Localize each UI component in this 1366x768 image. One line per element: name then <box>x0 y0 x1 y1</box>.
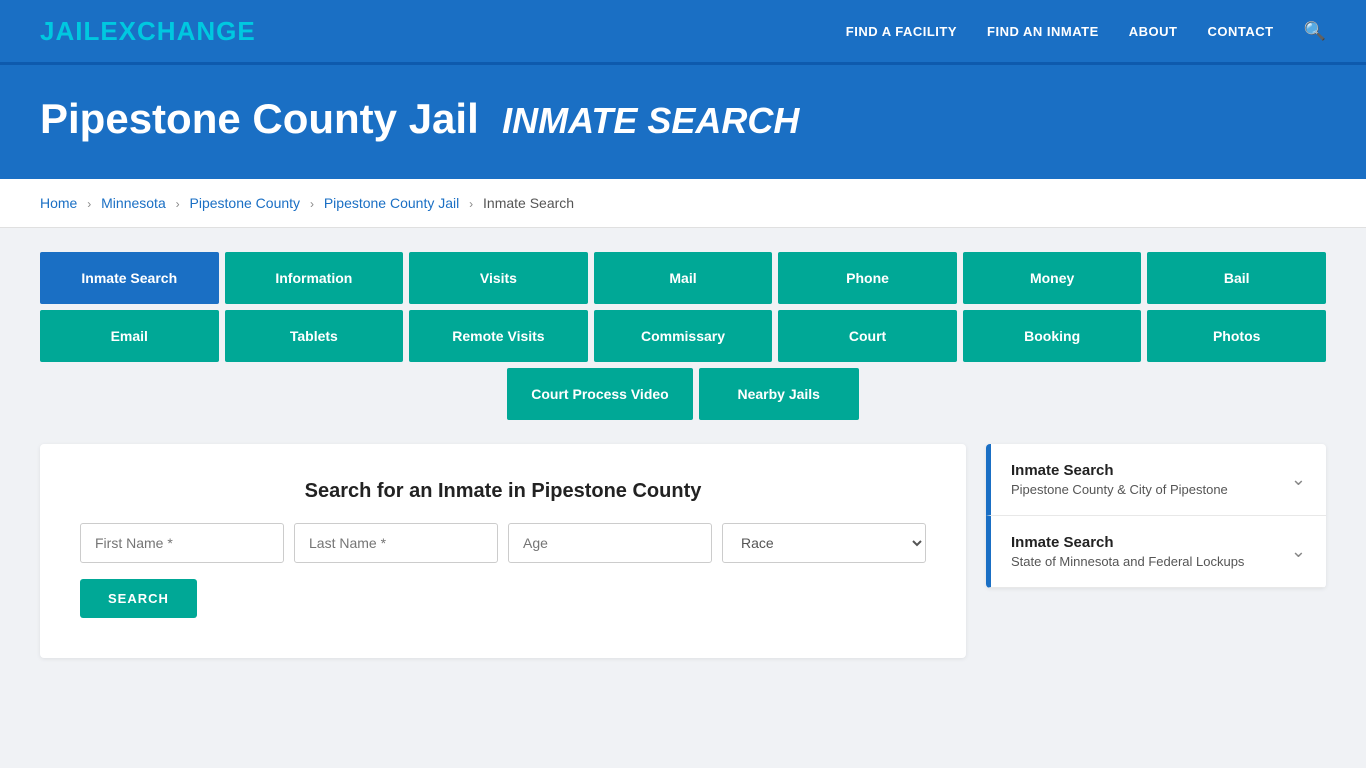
site-header: JAILEXCHANGE FIND A FACILITY FIND AN INM… <box>0 0 1366 65</box>
chevron-down-icon: ⌄ <box>1291 469 1306 490</box>
breadcrumb-sep-4: › <box>469 197 473 211</box>
breadcrumb: Home › Minnesota › Pipestone County › Pi… <box>0 179 1366 228</box>
tab-email[interactable]: Email <box>40 310 219 362</box>
sidebar-item-local-text: Inmate Search Pipestone County & City of… <box>1011 462 1228 497</box>
breadcrumb-jail[interactable]: Pipestone County Jail <box>324 195 459 211</box>
search-form-container: Search for an Inmate in Pipestone County… <box>40 444 966 658</box>
tab-inmate-search[interactable]: Inmate Search <box>40 252 219 304</box>
page-title: Pipestone County Jail INMATE SEARCH <box>40 95 1326 143</box>
tab-court[interactable]: Court <box>778 310 957 362</box>
sidebar-item-state-title: Inmate Search <box>1011 534 1244 551</box>
tab-phone[interactable]: Phone <box>778 252 957 304</box>
race-select[interactable]: Race White Black Hispanic Asian Other <box>722 523 926 563</box>
sidebar-item-state-search[interactable]: Inmate Search State of Minnesota and Fed… <box>986 516 1326 588</box>
logo-jail: JAIL <box>40 16 100 46</box>
tab-visits[interactable]: Visits <box>409 252 588 304</box>
tab-commissary[interactable]: Commissary <box>594 310 773 362</box>
logo-exchange: EXCHANGE <box>100 16 255 46</box>
breadcrumb-pipestone-county[interactable]: Pipestone County <box>190 195 301 211</box>
tabs-row2: Email Tablets Remote Visits Commissary C… <box>40 310 1326 362</box>
sidebar-item-local-subtitle: Pipestone County & City of Pipestone <box>1011 482 1228 497</box>
chevron-down-icon-2: ⌄ <box>1291 541 1306 562</box>
tab-court-process-video[interactable]: Court Process Video <box>507 368 692 420</box>
last-name-input[interactable] <box>294 523 498 563</box>
breadcrumb-minnesota[interactable]: Minnesota <box>101 195 166 211</box>
nav-contact[interactable]: CONTACT <box>1207 24 1273 39</box>
tab-nearby-jails[interactable]: Nearby Jails <box>699 368 859 420</box>
nav-find-facility[interactable]: FIND A FACILITY <box>846 24 957 39</box>
hero-title-text: Pipestone County Jail <box>40 95 479 142</box>
sidebar-item-state-subtitle: State of Minnesota and Federal Lockups <box>1011 554 1244 569</box>
search-form-title: Search for an Inmate in Pipestone County <box>80 480 926 503</box>
main-content: Inmate Search Information Visits Mail Ph… <box>0 228 1366 698</box>
hero-subtitle-text: INMATE SEARCH <box>502 100 799 141</box>
tab-remote-visits[interactable]: Remote Visits <box>409 310 588 362</box>
tab-bail[interactable]: Bail <box>1147 252 1326 304</box>
hero-banner: Pipestone County Jail INMATE SEARCH <box>0 65 1366 179</box>
breadcrumb-sep-1: › <box>87 197 91 211</box>
sidebar-item-local-search[interactable]: Inmate Search Pipestone County & City of… <box>986 444 1326 516</box>
sidebar-item-state-text: Inmate Search State of Minnesota and Fed… <box>1011 534 1244 569</box>
tabs-row1: Inmate Search Information Visits Mail Ph… <box>40 252 1326 304</box>
tab-information[interactable]: Information <box>225 252 404 304</box>
tab-mail[interactable]: Mail <box>594 252 773 304</box>
search-fields: Race White Black Hispanic Asian Other <box>80 523 926 563</box>
age-input[interactable] <box>508 523 712 563</box>
nav-find-inmate[interactable]: FIND AN INMATE <box>987 24 1099 39</box>
search-icon[interactable]: 🔍 <box>1304 21 1326 42</box>
main-nav: FIND A FACILITY FIND AN INMATE ABOUT CON… <box>846 21 1326 42</box>
first-name-input[interactable] <box>80 523 284 563</box>
tabs-row3: Court Process Video Nearby Jails <box>40 368 1326 420</box>
tab-booking[interactable]: Booking <box>963 310 1142 362</box>
tab-money[interactable]: Money <box>963 252 1142 304</box>
content-row: Search for an Inmate in Pipestone County… <box>40 444 1326 658</box>
breadcrumb-current: Inmate Search <box>483 195 574 211</box>
sidebar-item-local-title: Inmate Search <box>1011 462 1228 479</box>
nav-about[interactable]: ABOUT <box>1129 24 1178 39</box>
tab-tablets[interactable]: Tablets <box>225 310 404 362</box>
tab-photos[interactable]: Photos <box>1147 310 1326 362</box>
breadcrumb-sep-2: › <box>176 197 180 211</box>
search-button[interactable]: SEARCH <box>80 579 197 618</box>
site-logo[interactable]: JAILEXCHANGE <box>40 16 256 47</box>
sidebar: Inmate Search Pipestone County & City of… <box>986 444 1326 588</box>
breadcrumb-sep-3: › <box>310 197 314 211</box>
breadcrumb-home[interactable]: Home <box>40 195 77 211</box>
